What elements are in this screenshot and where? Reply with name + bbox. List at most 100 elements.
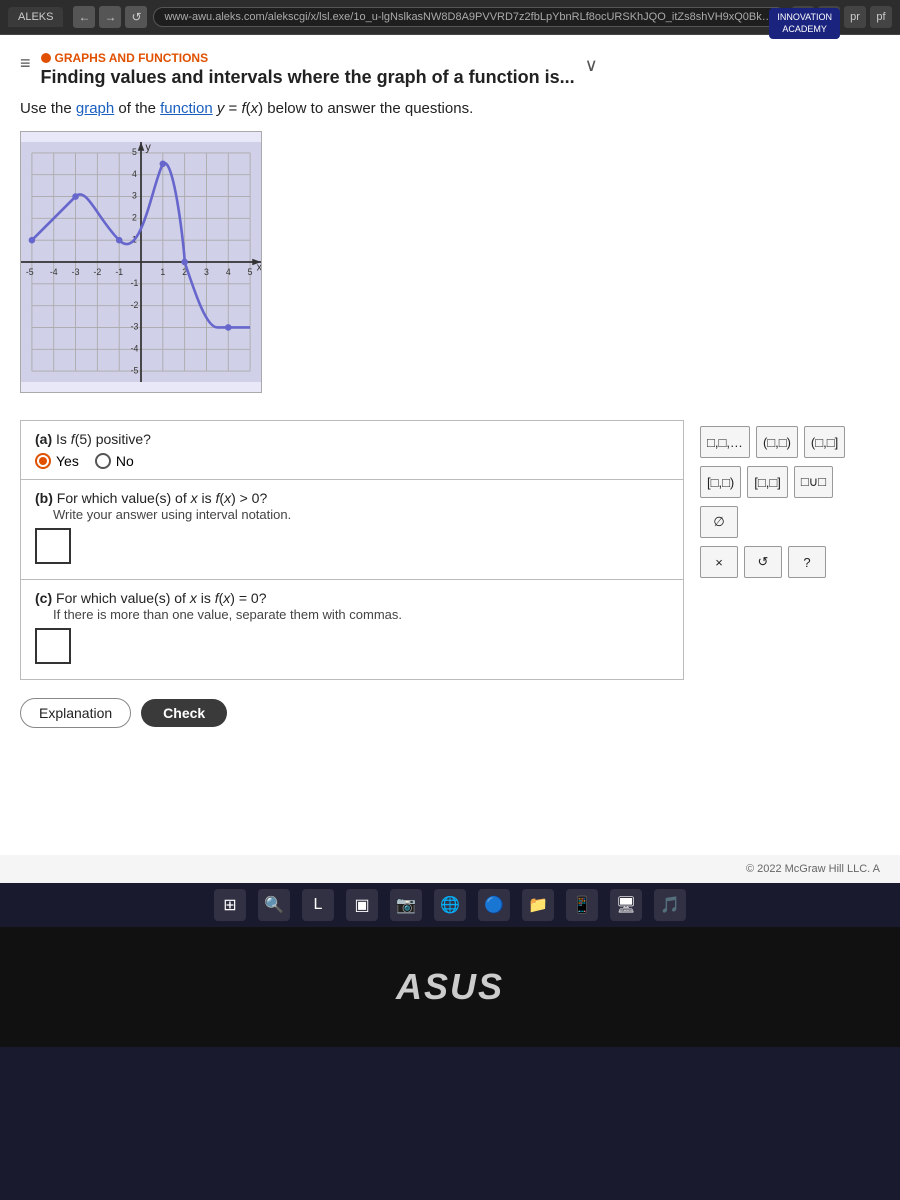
symbol-open-closed[interactable]: (□,□] [804, 426, 845, 458]
svg-text:-4: -4 [50, 267, 58, 277]
radio-yes-label: Yes [56, 453, 79, 469]
symbol-open-open-dots[interactable]: □,□,… [700, 426, 750, 458]
function-graph: x y -5 -4 -3 -2 -1 1 2 3 4 5 5 4 3 2 1 -… [21, 132, 261, 392]
radio-no[interactable]: No [95, 453, 134, 469]
svg-text:4: 4 [226, 267, 231, 277]
svg-text:y: y [145, 142, 151, 154]
questions-panel: (a) Is f(5) positive? Yes No [20, 420, 880, 680]
svg-text:-3: -3 [131, 322, 139, 332]
graph-link[interactable]: graph [76, 100, 114, 117]
instruction-text-before: Use the [20, 100, 76, 117]
check-button[interactable]: Check [141, 699, 227, 727]
svg-text:-5: -5 [131, 365, 139, 375]
svg-text:-1: -1 [131, 278, 139, 288]
svg-text:3: 3 [132, 191, 137, 201]
innovation-logo: INNOVATION ACADEMY [769, 8, 840, 39]
symbol-row-1: □,□,… (□,□) (□,□] [700, 426, 880, 458]
taskbar-app2[interactable]: 🖥 [610, 889, 642, 921]
asus-logo: ASUS [396, 966, 504, 1008]
explanation-button[interactable]: Explanation [20, 698, 131, 728]
svg-text:-2: -2 [93, 267, 101, 277]
profile-icon[interactable]: pr [844, 6, 866, 28]
browser-tab[interactable]: ALEKS [8, 7, 63, 27]
question-a-text: (a) Is f(5) positive? [35, 431, 669, 447]
copyright: © 2022 McGraw Hill LLC. A [0, 855, 900, 883]
radio-yes-circle[interactable] [35, 453, 51, 469]
aleks-container: ≡ GRAPHS AND FUNCTIONS Finding values an… [0, 35, 900, 855]
question-b-block: (b) For which value(s) of x is f(x) > 0?… [20, 480, 684, 580]
browser-controls: ← → ↺ [73, 6, 147, 28]
question-c-label: (c) [35, 590, 52, 606]
taskbar-folder[interactable]: 📁 [522, 889, 554, 921]
svg-text:3: 3 [204, 267, 209, 277]
symbol-empty-set[interactable]: ∅ [700, 506, 738, 538]
symbol-closed-closed[interactable]: [□,□] [747, 466, 788, 498]
svg-text:-1: -1 [115, 267, 123, 277]
question-c-subtext: If there is more than one value, separat… [53, 607, 402, 622]
symbol-row-2: [□,□) [□,□] □∪□ [700, 466, 880, 498]
main-area: ≡ GRAPHS AND FUNCTIONS Finding values an… [0, 35, 900, 883]
radio-group-a: Yes No [35, 453, 669, 469]
function-link[interactable]: function [160, 100, 213, 117]
taskbar-edge[interactable]: 🔵 [478, 889, 510, 921]
taskbar-camera[interactable]: 📷 [390, 889, 422, 921]
taskbar: ⊞ 🔍 L ▣ 📷 🌐 🔵 📁 📱 🖥 🎵 [0, 883, 900, 927]
svg-text:2: 2 [132, 213, 137, 223]
symbol-times[interactable]: × [700, 546, 738, 578]
svg-text:-2: -2 [131, 300, 139, 310]
section-label: GRAPHS AND FUNCTIONS [41, 51, 575, 65]
svg-text:5: 5 [248, 267, 253, 277]
question-c-text: (c) For which value(s) of x is f(x) = 0?… [35, 590, 669, 622]
graph-area: x y -5 -4 -3 -2 -1 1 2 3 4 5 5 4 3 2 1 -… [20, 131, 262, 393]
symbol-row-4: × ↺ ? [700, 546, 880, 578]
instruction: Use the graph of the function y = f(x) b… [20, 100, 880, 117]
svg-text:x: x [257, 262, 261, 274]
radio-no-label: No [116, 453, 134, 469]
address-bar[interactable]: www-awu.aleks.com/alekscgi/x/lsl.exe/1o_… [153, 7, 786, 27]
symbol-union[interactable]: □∪□ [794, 466, 833, 498]
header-text-block: GRAPHS AND FUNCTIONS Finding values and … [41, 51, 575, 88]
taskbar-start[interactable]: ⊞ [214, 889, 246, 921]
question-a-label: (a) [35, 431, 52, 447]
symbol-help[interactable]: ? [788, 546, 826, 578]
svg-text:-3: -3 [72, 267, 80, 277]
symbol-open-open[interactable]: (□,□) [756, 426, 798, 458]
browser-chrome: ALEKS ← → ↺ www-awu.aleks.com/alekscgi/x… [0, 0, 900, 35]
svg-text:5: 5 [132, 147, 137, 157]
answer-input-b[interactable] [35, 528, 71, 564]
taskbar-browser[interactable]: 🌐 [434, 889, 466, 921]
symbol-panel: □,□,… (□,□) (□,□] [□,□) [□,□] □∪□ ∅ × ↺ … [700, 420, 880, 680]
hamburger-menu[interactable]: ≡ [20, 53, 31, 74]
taskbar-app1[interactable]: 📱 [566, 889, 598, 921]
question-b-subtext: Write your answer using interval notatio… [53, 507, 291, 522]
svg-text:-5: -5 [26, 267, 34, 277]
forward-button[interactable]: → [99, 6, 121, 28]
taskbar-window[interactable]: ▣ [346, 889, 378, 921]
refresh-button[interactable]: ↺ [125, 6, 147, 28]
chevron-down-icon[interactable]: ∨ [585, 55, 598, 76]
questions-left: (a) Is f(5) positive? Yes No [20, 420, 684, 680]
back-button[interactable]: ← [73, 6, 95, 28]
answer-input-c[interactable] [35, 628, 71, 664]
question-c-block: (c) For which value(s) of x is f(x) = 0?… [20, 580, 684, 680]
taskbar-files[interactable]: L [302, 889, 334, 921]
taskbar-search[interactable]: 🔍 [258, 889, 290, 921]
question-b-text: (b) For which value(s) of x is f(x) > 0?… [35, 490, 669, 522]
radio-yes[interactable]: Yes [35, 453, 79, 469]
radio-no-circle[interactable] [95, 453, 111, 469]
taskbar-music[interactable]: 🎵 [654, 889, 686, 921]
profile-icon-2[interactable]: pf [870, 6, 892, 28]
aleks-header: ≡ GRAPHS AND FUNCTIONS Finding values an… [20, 51, 880, 88]
bottom-buttons: Explanation Check [20, 698, 880, 728]
question-b-label: (b) [35, 490, 53, 506]
question-a-block: (a) Is f(5) positive? Yes No [20, 420, 684, 480]
svg-text:-4: -4 [131, 343, 139, 353]
asus-area: ASUS [0, 927, 900, 1047]
instruction-text-middle: of the [114, 100, 160, 117]
symbol-row-3: ∅ [700, 506, 880, 538]
svg-text:4: 4 [132, 169, 137, 179]
symbol-undo[interactable]: ↺ [744, 546, 782, 578]
problem-title: Finding values and intervals where the g… [41, 67, 575, 88]
symbol-closed-open[interactable]: [□,□) [700, 466, 741, 498]
svg-text:1: 1 [160, 267, 165, 277]
